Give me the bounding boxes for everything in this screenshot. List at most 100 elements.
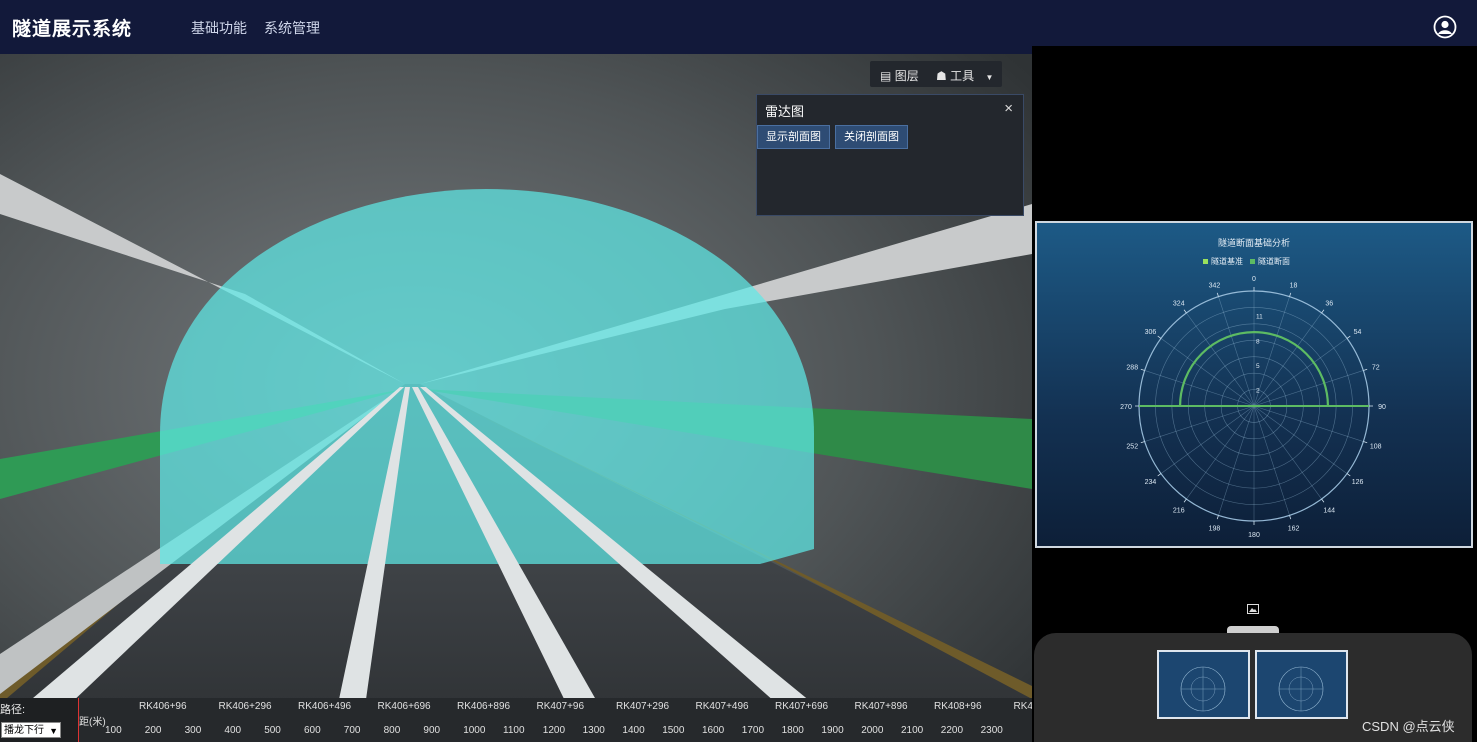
angle-tick-label: 0 [1252,276,1256,283]
distance-tick: 1000 [463,725,486,736]
distance-tick: 900 [423,725,441,736]
distance-tick: 1500 [662,725,685,736]
distance-tick: 400 [224,725,242,736]
distance-tick: 800 [383,725,401,736]
polar-spoke [1253,405,1364,442]
hide-section-button[interactable]: 关闭剖面图 [835,125,908,149]
polar-tick-mark [1363,441,1368,444]
station-label: RK407+696 [775,701,829,712]
polar-spoke [1144,370,1255,407]
station-label: RK406+96 [139,701,187,712]
thumbnail-2[interactable] [1255,650,1348,719]
angle-tick-label: 198 [1209,526,1221,533]
polar-tick-mark [1289,515,1292,520]
legend-base: 隧道基准 [1211,256,1243,266]
station-label: RK406+296 [218,701,272,712]
angle-tick-label: 216 [1173,508,1185,515]
polar-tick-mark [1346,335,1351,339]
nav-system-management[interactable]: 系统管理 [264,18,320,38]
distance-tick: 1800 [781,725,804,736]
station-label: RK408+96 [934,701,982,712]
station-label: RK406+696 [377,701,431,712]
distance-tick: 1700 [741,725,765,736]
station-label: RK406+496 [298,701,352,712]
distance-tick: 1400 [622,725,645,736]
polar-spoke [1253,405,1348,474]
polar-spoke [1160,405,1255,474]
chevron-down-icon: ▼ [985,73,994,82]
polar-tick-mark [1216,515,1219,520]
polar-spoke [1253,405,1322,500]
nav-basic-functions[interactable]: 基础功能 [191,18,247,38]
route-select[interactable]: 播龙下行 ▼ [1,722,61,738]
polar-tick-mark [1157,473,1162,477]
timeline-track[interactable]: 距(米) RK406+96 RK406+296 RK406+496 RK406+696… [78,698,1146,742]
image-icon[interactable] [1247,604,1259,614]
show-section-button[interactable]: 显示剖面图 [757,125,830,149]
angle-tick-label: 342 [1209,282,1221,289]
station-label: RK406+896 [457,701,511,712]
station-label: RK407+896 [854,701,908,712]
polar-tick-mark [1289,292,1292,297]
radial-tick-label: 5 [1256,363,1260,370]
map-toolbar: ▤ 图层 ☗ 工具 ▼ [870,61,1002,87]
angle-tick-label: 234 [1145,479,1157,486]
angle-tick-label: 36 [1325,300,1333,307]
angle-tick-label: 306 [1145,329,1157,336]
polar-tick-mark [1346,473,1351,477]
legend-section: 隧道断面 [1258,256,1290,266]
watermark: CSDN @点云侠 [1362,719,1455,734]
tools-button[interactable]: ☗ 工具 ▼ [936,67,993,84]
radar-panel-title: 雷达图 [765,104,805,119]
distance-tick: 1100 [503,725,525,736]
distance-tick: 1900 [821,725,844,736]
polar-spoke [1253,370,1364,407]
angle-tick-label: 180 [1248,532,1260,539]
polar-tick-mark [1183,498,1187,503]
legend-swatch-section [1250,259,1255,264]
polar-spoke [1218,296,1255,407]
distance-tick: 100 [105,725,122,736]
distance-tick: 2100 [901,725,924,736]
distance-tick: 700 [343,725,361,736]
close-icon[interactable]: × [1004,100,1013,117]
distance-tick: 500 [264,725,281,736]
user-circle-icon[interactable] [1433,15,1457,39]
layers-label: 图层 [894,69,919,83]
thumbnail-chart [1180,666,1226,712]
distance-tick: 300 [184,725,202,736]
polar-chart: 隧道断面基础分析 隧道基准 隧道断面 0 18 36 54 72 90 108 126 144 1… [1120,237,1386,539]
angle-tick-label: 270 [1120,404,1132,411]
distance-tick: 1200 [542,725,566,736]
tools-label: 工具 [950,69,975,83]
distance-tick: 2300 [980,725,1003,736]
polar-spoke [1218,405,1255,516]
thumbnail-1[interactable] [1157,650,1250,719]
radar-panel: 雷达图 × 显示剖面图 关闭剖面图 [756,94,1024,216]
angle-tick-label: 54 [1354,329,1362,336]
angle-tick-label: 108 [1370,444,1382,451]
chevron-down-icon: ▼ [49,726,58,736]
angle-tick-label: 324 [1173,300,1185,307]
thumbnail-chart [1278,666,1324,712]
polar-tick-mark [1216,292,1219,297]
angle-tick-label: 144 [1323,508,1335,515]
polar-tick-mark [1140,441,1145,444]
angle-tick-label: 126 [1352,479,1364,486]
distance-tick: 2000 [861,725,884,736]
polar-tick-mark [1321,498,1325,503]
angle-tick-label: 18 [1290,282,1298,289]
chart-legend: 隧道基准 隧道断面 [1203,256,1290,266]
distance-tick: 1600 [702,725,725,736]
path-label: 路径: [0,704,26,716]
route-select-value: 播龙下行 [4,725,44,736]
polar-tick-mark [1363,368,1368,371]
station-label: RK407+96 [536,701,585,712]
layers-button[interactable]: ▤ 图层 [880,67,919,84]
app-title: 隧道展示系统 [12,19,133,40]
polar-chart-card: 隧道断面基础分析 隧道基准 隧道断面 0 18 36 54 72 90 108 126 144 1… [1035,221,1473,548]
polar-spoke [1253,405,1290,516]
angle-tick-label: 72 [1372,364,1380,371]
chart-title: 隧道断面基础分析 [1218,237,1290,248]
layers-icon: ▤ [880,69,892,83]
